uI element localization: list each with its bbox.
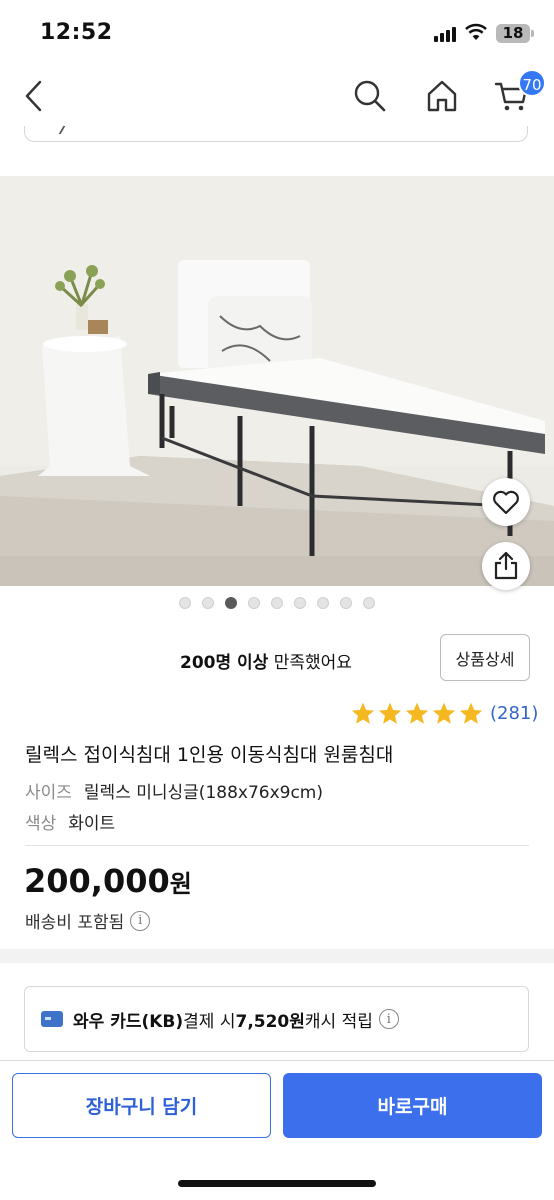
divider: [25, 845, 529, 846]
size-value: 릴렉스 미니싱글(188x76x9cm): [83, 783, 323, 803]
product-detail-button[interactable]: 상품상세: [440, 634, 530, 681]
search-icon[interactable]: [352, 78, 388, 114]
star-icon: [378, 702, 402, 724]
info-icon[interactable]: i: [378, 1009, 399, 1029]
price-value: 200,000: [24, 862, 170, 900]
bed-photo: [0, 176, 554, 586]
signal-icon: [434, 26, 458, 42]
satisfaction-rest: 만족했어요: [268, 653, 352, 673]
buy-now-button[interactable]: 바로구매: [283, 1073, 542, 1138]
carousel-dot[interactable]: [294, 597, 306, 609]
status-bar: 12:52 18: [0, 0, 554, 64]
carousel-dot[interactable]: [248, 597, 260, 609]
info-icon[interactable]: i: [130, 910, 151, 931]
promo-amount: 7,520원: [235, 1011, 305, 1032]
star-icon: [351, 702, 375, 724]
chevron-left-icon[interactable]: [20, 78, 50, 114]
color-value: 화이트: [68, 814, 116, 834]
promo-card-name: 와우 카드(KB): [73, 1011, 184, 1032]
carousel-dot[interactable]: [317, 597, 329, 609]
carousel-dot[interactable]: [340, 597, 352, 609]
add-to-cart-button[interactable]: 장바구니 담기: [12, 1073, 271, 1138]
carousel-dot[interactable]: [271, 597, 283, 609]
credit-card-icon: [41, 1011, 63, 1027]
wifi-icon: [465, 23, 487, 40]
carousel-dot[interactable]: [363, 597, 375, 609]
carousel-dot[interactable]: [225, 597, 237, 609]
product-title: 릴렉스 접이식침대 1인용 이동식침대 원룸침대: [25, 744, 394, 766]
price-unit: 원: [169, 870, 192, 898]
star-icon: [432, 702, 456, 724]
size-option: 사이즈 릴렉스 미니싱글(188x76x9cm): [25, 778, 323, 803]
top-navigation: 70: [0, 64, 554, 130]
carousel-indicator: [0, 597, 554, 611]
home-icon[interactable]: [424, 78, 460, 114]
shipping-info: 배송비 포함됨 i: [25, 908, 151, 933]
product-image[interactable]: [0, 176, 554, 586]
status-time: 12:52: [40, 20, 113, 45]
carousel-dot[interactable]: [202, 597, 214, 609]
section-separator: [0, 949, 554, 963]
share-icon: [494, 551, 518, 580]
satisfaction-count: 200명 이상: [180, 653, 269, 673]
wishlist-button[interactable]: [482, 478, 530, 526]
color-label: 색상: [25, 814, 57, 834]
home-indicator: [178, 1180, 376, 1187]
promo-middle: 결제 시: [183, 1011, 236, 1032]
share-button[interactable]: [482, 542, 530, 590]
shipping-text: 배송비 포함됨: [25, 913, 125, 933]
satisfaction-text: 200명 이상 만족했어요: [180, 648, 352, 673]
review-count[interactable]: (281): [490, 703, 538, 724]
price: 200,000원: [24, 862, 192, 900]
cart-count-badge: 70: [518, 69, 546, 97]
rating[interactable]: (281): [350, 700, 538, 726]
search-bar-edge[interactable]: [24, 126, 528, 142]
card-promotion[interactable]: 와우 카드(KB) 결제 시 7,520원 캐시 적립 i: [24, 986, 529, 1052]
heart-icon: [493, 490, 519, 515]
star-icon: [405, 702, 429, 724]
star-rating: [350, 701, 484, 726]
battery-indicator: 18: [496, 24, 534, 43]
carousel-dot[interactable]: [179, 597, 191, 609]
color-option: 색상 화이트: [25, 809, 115, 834]
star-icon: [459, 702, 483, 724]
size-label: 사이즈: [25, 783, 72, 803]
promo-tail: 캐시 적립: [304, 1011, 373, 1032]
